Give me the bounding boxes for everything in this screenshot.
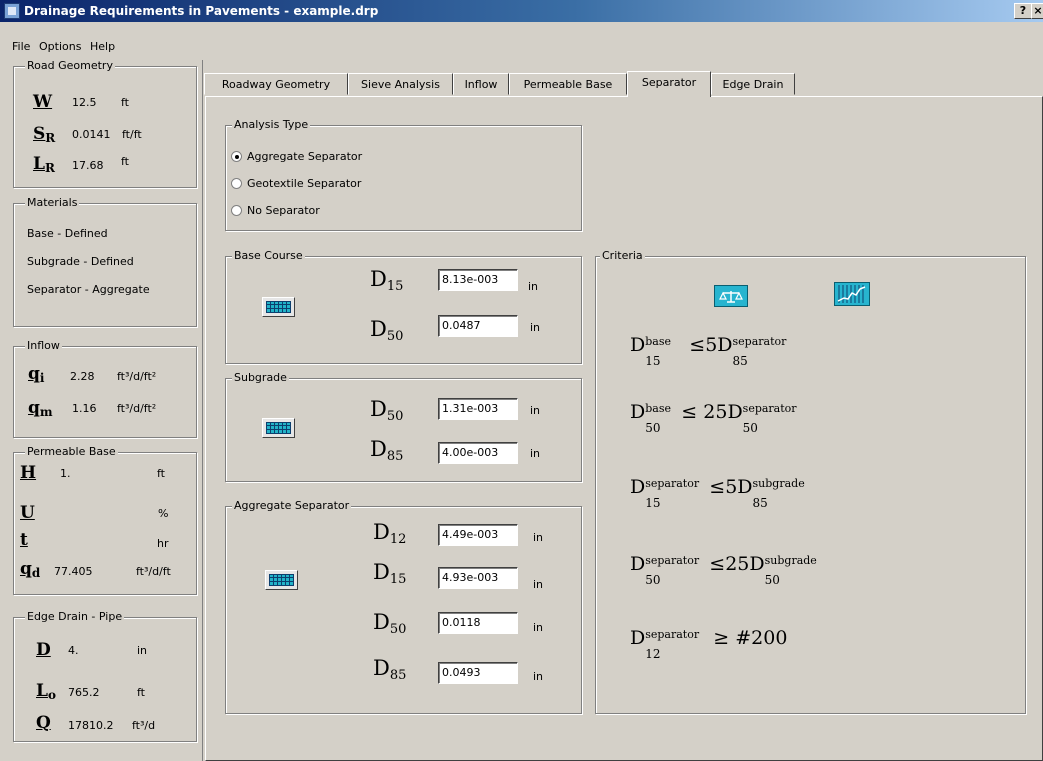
subgrade-d50-unit: in — [530, 404, 541, 417]
pb-h-value: 1. — [60, 467, 71, 480]
ed-l-value: 765.2 — [68, 686, 100, 699]
agg-d12-unit: in — [533, 531, 544, 544]
subgrade-d50-field[interactable]: 1.31e-003 — [438, 398, 518, 420]
permeable-base-title: Permeable Base — [25, 445, 118, 458]
road-slope-value: 0.0141 — [72, 128, 111, 141]
base-d15-unit: in — [528, 280, 539, 293]
agg-d50-field[interactable]: 0.0118 — [438, 612, 518, 634]
road-geometry-title: Road Geometry — [25, 59, 115, 72]
subgrade-d85-unit: in — [530, 447, 541, 460]
agg-d15-label: D15 — [373, 560, 407, 587]
criteria-list: Dbase 15 ≤5D separator 85 Dbase 50 ≤ 25D sepa… — [630, 0, 1020, 761]
agg-d12-label: D12 — [373, 520, 407, 547]
aggregate-separator-calc-button[interactable] — [265, 570, 298, 590]
close-button[interactable]: × — [1031, 3, 1043, 19]
base-d50-field[interactable]: 0.0487 — [438, 315, 518, 337]
tab-roadway-geometry[interactable]: Roadway Geometry — [204, 73, 348, 95]
pb-qd-unit: ft³/d/ft — [136, 565, 171, 578]
criteria-rule-1: Dbase 15 ≤5D separator 85 — [630, 334, 787, 368]
materials-subgrade: Subgrade - Defined — [27, 255, 134, 268]
road-width-unit: ft — [121, 96, 129, 109]
window-title: Drainage Requirements in Pavements - exa… — [24, 4, 379, 18]
ed-d-symbol: D — [36, 640, 51, 660]
agg-d12-field[interactable]: 4.49e-003 — [438, 524, 518, 546]
pb-h-unit: ft — [157, 467, 165, 480]
inflow-group — [13, 346, 197, 438]
radio-label-geotextile[interactable]: Geotextile Separator — [247, 177, 361, 190]
road-length-value: 17.68 — [72, 159, 104, 172]
tab-permeable-base[interactable]: Permeable Base — [509, 73, 627, 95]
inflow-qi-value: 2.28 — [70, 370, 95, 383]
inflow-qm-value: 1.16 — [72, 402, 97, 415]
radio-label-no-separator[interactable]: No Separator — [247, 204, 320, 217]
inflow-qm-unit: ft³/d/ft² — [117, 402, 157, 415]
radio-aggregate-separator[interactable] — [231, 151, 242, 162]
road-slope-unit: ft/ft — [122, 128, 142, 141]
pb-t-symbol: t — [20, 530, 28, 550]
tab-sieve-analysis[interactable]: Sieve Analysis — [348, 73, 453, 95]
inflow-qi-symbol: qi — [28, 364, 45, 385]
menu-options[interactable]: Options — [37, 39, 83, 55]
base-d50-unit: in — [530, 321, 541, 334]
agg-d85-label: D85 — [373, 656, 407, 683]
agg-d15-unit: in — [533, 578, 544, 591]
road-width-symbol: W — [33, 92, 53, 112]
subgrade-title: Subgrade — [232, 371, 289, 384]
road-length-symbol: LR — [33, 154, 55, 175]
menu-file[interactable]: File — [10, 39, 32, 55]
criteria-rule-3: Dseparator 15 ≤5D subgrade 85 — [630, 476, 805, 510]
radio-geotextile-separator[interactable] — [231, 178, 242, 189]
tab-inflow[interactable]: Inflow — [453, 73, 509, 95]
edge-drain-title: Edge Drain - Pipe — [25, 610, 125, 623]
materials-separator: Separator - Aggregate — [27, 283, 150, 296]
road-slope-symbol: SR — [33, 124, 56, 145]
subgrade-d85-label: D85 — [370, 437, 404, 464]
agg-d50-label: D50 — [373, 610, 407, 637]
ed-q-value: 17810.2 — [68, 719, 114, 732]
base-course-calc-button[interactable] — [262, 297, 295, 317]
radio-label-aggregate[interactable]: Aggregate Separator — [247, 150, 362, 163]
analysis-type-title: Analysis Type — [232, 118, 311, 131]
pb-t-unit: hr — [157, 537, 169, 550]
ed-q-unit: ft³/d — [132, 719, 156, 732]
pb-u-symbol: U — [20, 503, 35, 523]
road-width-value: 12.5 — [72, 96, 97, 109]
ed-l-symbol: Lo — [36, 681, 56, 702]
pb-qd-symbol: qd — [20, 559, 41, 580]
materials-title: Materials — [25, 196, 80, 209]
base-d15-field[interactable]: 8.13e-003 — [438, 269, 518, 291]
base-course-title: Base Course — [232, 249, 305, 262]
pb-u-unit: % — [158, 507, 169, 520]
materials-base: Base - Defined — [27, 227, 108, 240]
ed-d-value: 4. — [68, 644, 79, 657]
agg-d50-unit: in — [533, 621, 544, 634]
criteria-rule-5: Dseparator 12 ≥ #200 — [630, 627, 788, 661]
inflow-qm-symbol: qm — [28, 398, 53, 419]
criteria-rule-4: Dseparator 50 ≤25D subgrade 50 — [630, 553, 817, 587]
subgrade-calc-button[interactable] — [262, 418, 295, 438]
pb-qd-value: 77.405 — [54, 565, 93, 578]
inflow-title: Inflow — [25, 339, 62, 352]
subgrade-d85-field[interactable]: 4.00e-003 — [438, 442, 518, 464]
radio-no-separator[interactable] — [231, 205, 242, 216]
inflow-qi-unit: ft³/d/ft² — [117, 370, 157, 383]
panel-divider — [202, 60, 203, 761]
tab-separator[interactable]: Separator — [627, 71, 711, 97]
base-d50-label: D50 — [370, 317, 404, 344]
app-icon[interactable] — [4, 3, 20, 19]
ed-d-unit: in — [137, 644, 148, 657]
pb-h-symbol: H — [20, 463, 37, 483]
agg-d85-unit: in — [533, 670, 544, 683]
agg-d85-field[interactable]: 0.0493 — [438, 662, 518, 684]
ed-q-symbol: Q — [36, 713, 51, 733]
road-length-unit: ft — [121, 155, 129, 168]
ed-l-unit: ft — [137, 686, 145, 699]
base-d15-label: D15 — [370, 267, 404, 294]
subgrade-d50-label: D50 — [370, 397, 404, 424]
agg-d15-field[interactable]: 4.93e-003 — [438, 567, 518, 589]
criteria-rule-2: Dbase 50 ≤ 25D separator 50 — [630, 401, 797, 435]
menu-help[interactable]: Help — [88, 39, 117, 55]
aggregate-separator-title: Aggregate Separator — [232, 499, 352, 512]
